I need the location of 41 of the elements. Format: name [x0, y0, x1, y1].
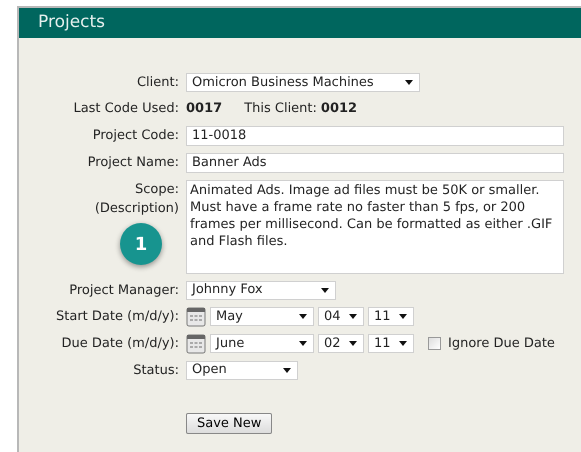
last-code-value: 0017: [186, 100, 222, 118]
field-label: Project Code:: [92, 126, 179, 144]
caret-icon: [399, 314, 407, 319]
field-label: Status:: [133, 362, 179, 380]
day-dropdown[interactable]: 04: [318, 307, 364, 326]
save-new-button[interactable]: Save New: [186, 412, 272, 434]
field-label: Start Date (m/d/y):: [56, 308, 179, 326]
dropdown[interactable]: Johnny Fox: [186, 280, 336, 300]
dropdown[interactable]: Omicron Business Machines: [186, 73, 420, 92]
field-label: Last Code Used:: [73, 100, 179, 118]
caret-icon: [399, 341, 407, 346]
caret-icon: [283, 368, 291, 372]
field-label: Scope:: [135, 180, 179, 198]
field-label: Due Date (m/d/y):: [62, 334, 179, 352]
text-area[interactable]: Animated Ads. Image ad files must be 50K or smaller. Must have a frame rate no faster than 5 fps, or 200 frames per millisecond. Can be formatted as either .GIF and Flash files.: [186, 180, 564, 274]
field-sublabel: (Description): [94, 200, 179, 218]
calendar-icon[interactable]: [186, 306, 206, 326]
year-dropdown[interactable]: 11: [368, 334, 414, 353]
checkbox[interactable]: [428, 337, 441, 350]
caret-icon: [405, 80, 413, 85]
text-field[interactable]: 11-0018: [186, 126, 564, 146]
field-label: Project Name:: [88, 154, 179, 172]
caret-icon: [299, 314, 307, 319]
dropdown[interactable]: Open: [186, 360, 298, 380]
caret-icon: [349, 314, 357, 319]
field-label: Project Manager:: [69, 282, 179, 300]
year-dropdown[interactable]: 11: [368, 307, 414, 326]
calendar-icon[interactable]: [186, 334, 206, 354]
panel-title: Projects: [38, 11, 106, 34]
field-label: This Client:: [244, 100, 317, 118]
text-field[interactable]: Banner Ads: [186, 152, 564, 172]
month-dropdown[interactable]: June: [210, 334, 314, 353]
step-badge: 1: [120, 223, 162, 265]
checkbox-label: Ignore Due Date: [448, 334, 555, 353]
caret-icon: [349, 341, 357, 346]
day-dropdown[interactable]: 02: [318, 334, 364, 353]
client-code-value: 0012: [320, 100, 358, 118]
month-dropdown[interactable]: May: [210, 307, 314, 326]
caret-icon: [299, 341, 307, 346]
caret-icon: [321, 288, 329, 292]
field-label: Client:: [136, 74, 179, 92]
